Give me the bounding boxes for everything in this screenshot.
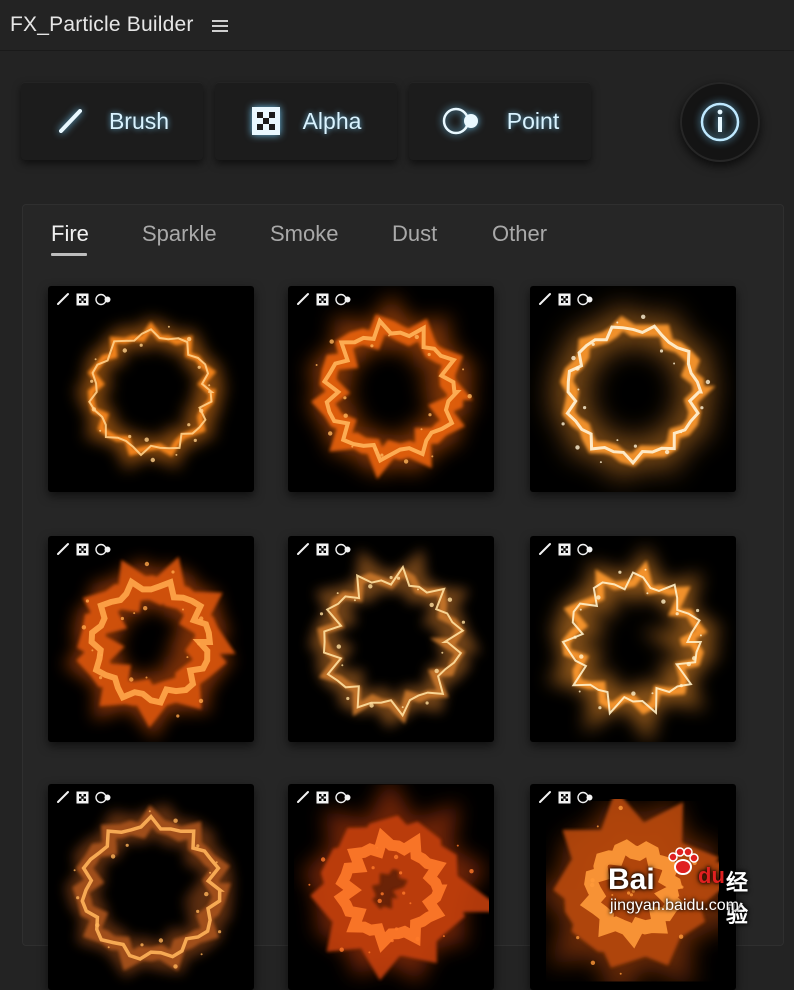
watermark: Bai du 经验 jingyan.baidu.com xyxy=(606,845,756,927)
brush-icon xyxy=(539,543,551,555)
brush-icon xyxy=(57,293,69,305)
brush-icon xyxy=(57,791,69,803)
preset-mini-icons xyxy=(296,542,353,556)
point-toggle-icon xyxy=(95,791,111,803)
preset-mini-icons xyxy=(56,292,113,306)
alpha-checker-icon xyxy=(316,293,329,305)
point-toggle-icon xyxy=(95,543,111,555)
brush-icon xyxy=(297,791,309,803)
point-toggle-icon xyxy=(335,791,351,803)
preset-mini-icons xyxy=(538,790,595,804)
tab-fire[interactable]: Fire xyxy=(51,221,89,247)
point-button[interactable]: Point xyxy=(409,82,591,160)
alpha-checker-icon xyxy=(558,791,571,803)
preset-thumbnail[interactable] xyxy=(48,784,254,990)
alpha-checker-icon xyxy=(76,543,89,555)
point-toggle-icon xyxy=(577,293,593,305)
fire-ring-preview xyxy=(65,803,234,978)
alpha-checker-icon xyxy=(76,293,89,305)
fire-ring-preview xyxy=(306,294,478,480)
fire-ring-preview xyxy=(308,548,481,729)
fire-ring-preview xyxy=(547,545,723,742)
watermark-brand-suffix: du xyxy=(698,863,725,888)
fire-ring-preview xyxy=(301,784,494,984)
preset-thumbnail[interactable] xyxy=(48,286,254,492)
fire-ring-preview xyxy=(550,305,716,481)
preset-thumbnail[interactable] xyxy=(530,286,736,492)
point-toggle-icon xyxy=(335,543,351,555)
point-toggle-icon xyxy=(577,543,593,555)
watermark-url: jingyan.baidu.com xyxy=(610,897,739,914)
alpha-label: Alpha xyxy=(302,107,362,134)
point-toggle-icon xyxy=(442,107,478,135)
preset-thumbnail[interactable] xyxy=(288,286,494,492)
alpha-checker-icon xyxy=(76,791,89,803)
brush-icon xyxy=(58,109,82,133)
tab-dust[interactable]: Dust xyxy=(392,221,437,247)
preset-thumbnail[interactable] xyxy=(530,536,736,742)
point-toggle-icon xyxy=(95,293,111,305)
active-tab-underline xyxy=(51,253,87,256)
tab-sparkle[interactable]: Sparkle xyxy=(142,221,217,247)
brush-icon xyxy=(539,791,551,803)
brush-icon xyxy=(297,293,309,305)
preset-mini-icons xyxy=(296,790,353,804)
preset-thumbnail[interactable] xyxy=(288,784,494,990)
tab-other[interactable]: Other xyxy=(492,221,547,247)
hamburger-menu-icon[interactable] xyxy=(211,18,228,32)
alpha-checker-icon xyxy=(251,107,280,135)
alpha-checker-icon xyxy=(316,791,329,803)
preset-thumbnail[interactable] xyxy=(48,536,254,742)
brush-icon xyxy=(539,293,551,305)
fire-ring-preview xyxy=(63,556,236,740)
fire-ring-preview xyxy=(76,318,226,470)
brush-label: Brush xyxy=(108,107,170,134)
brush-icon xyxy=(297,543,309,555)
brush-icon xyxy=(57,543,69,555)
title-bar: FX_Particle Builder xyxy=(0,0,794,51)
alpha-checker-icon xyxy=(558,293,571,305)
info-icon xyxy=(700,102,740,142)
point-toggle-icon xyxy=(577,791,593,803)
alpha-checker-icon xyxy=(316,543,329,555)
tab-smoke[interactable]: Smoke xyxy=(270,221,338,247)
preset-mini-icons xyxy=(296,292,353,306)
info-button[interactable] xyxy=(680,82,760,162)
preset-mini-icons xyxy=(538,542,595,556)
preset-thumbnail[interactable] xyxy=(288,536,494,742)
alpha-button[interactable]: Alpha xyxy=(215,82,397,160)
preset-mini-icons xyxy=(56,790,113,804)
preset-mini-icons xyxy=(56,542,113,556)
alpha-checker-icon xyxy=(558,543,571,555)
point-label: Point xyxy=(506,107,560,134)
preset-mini-icons xyxy=(538,292,595,306)
point-toggle-icon xyxy=(335,293,351,305)
paw-logo-icon xyxy=(668,847,699,875)
brush-button[interactable]: Brush xyxy=(21,82,203,160)
app-title: FX_Particle Builder xyxy=(10,13,194,36)
watermark-brand: Bai xyxy=(608,863,655,896)
